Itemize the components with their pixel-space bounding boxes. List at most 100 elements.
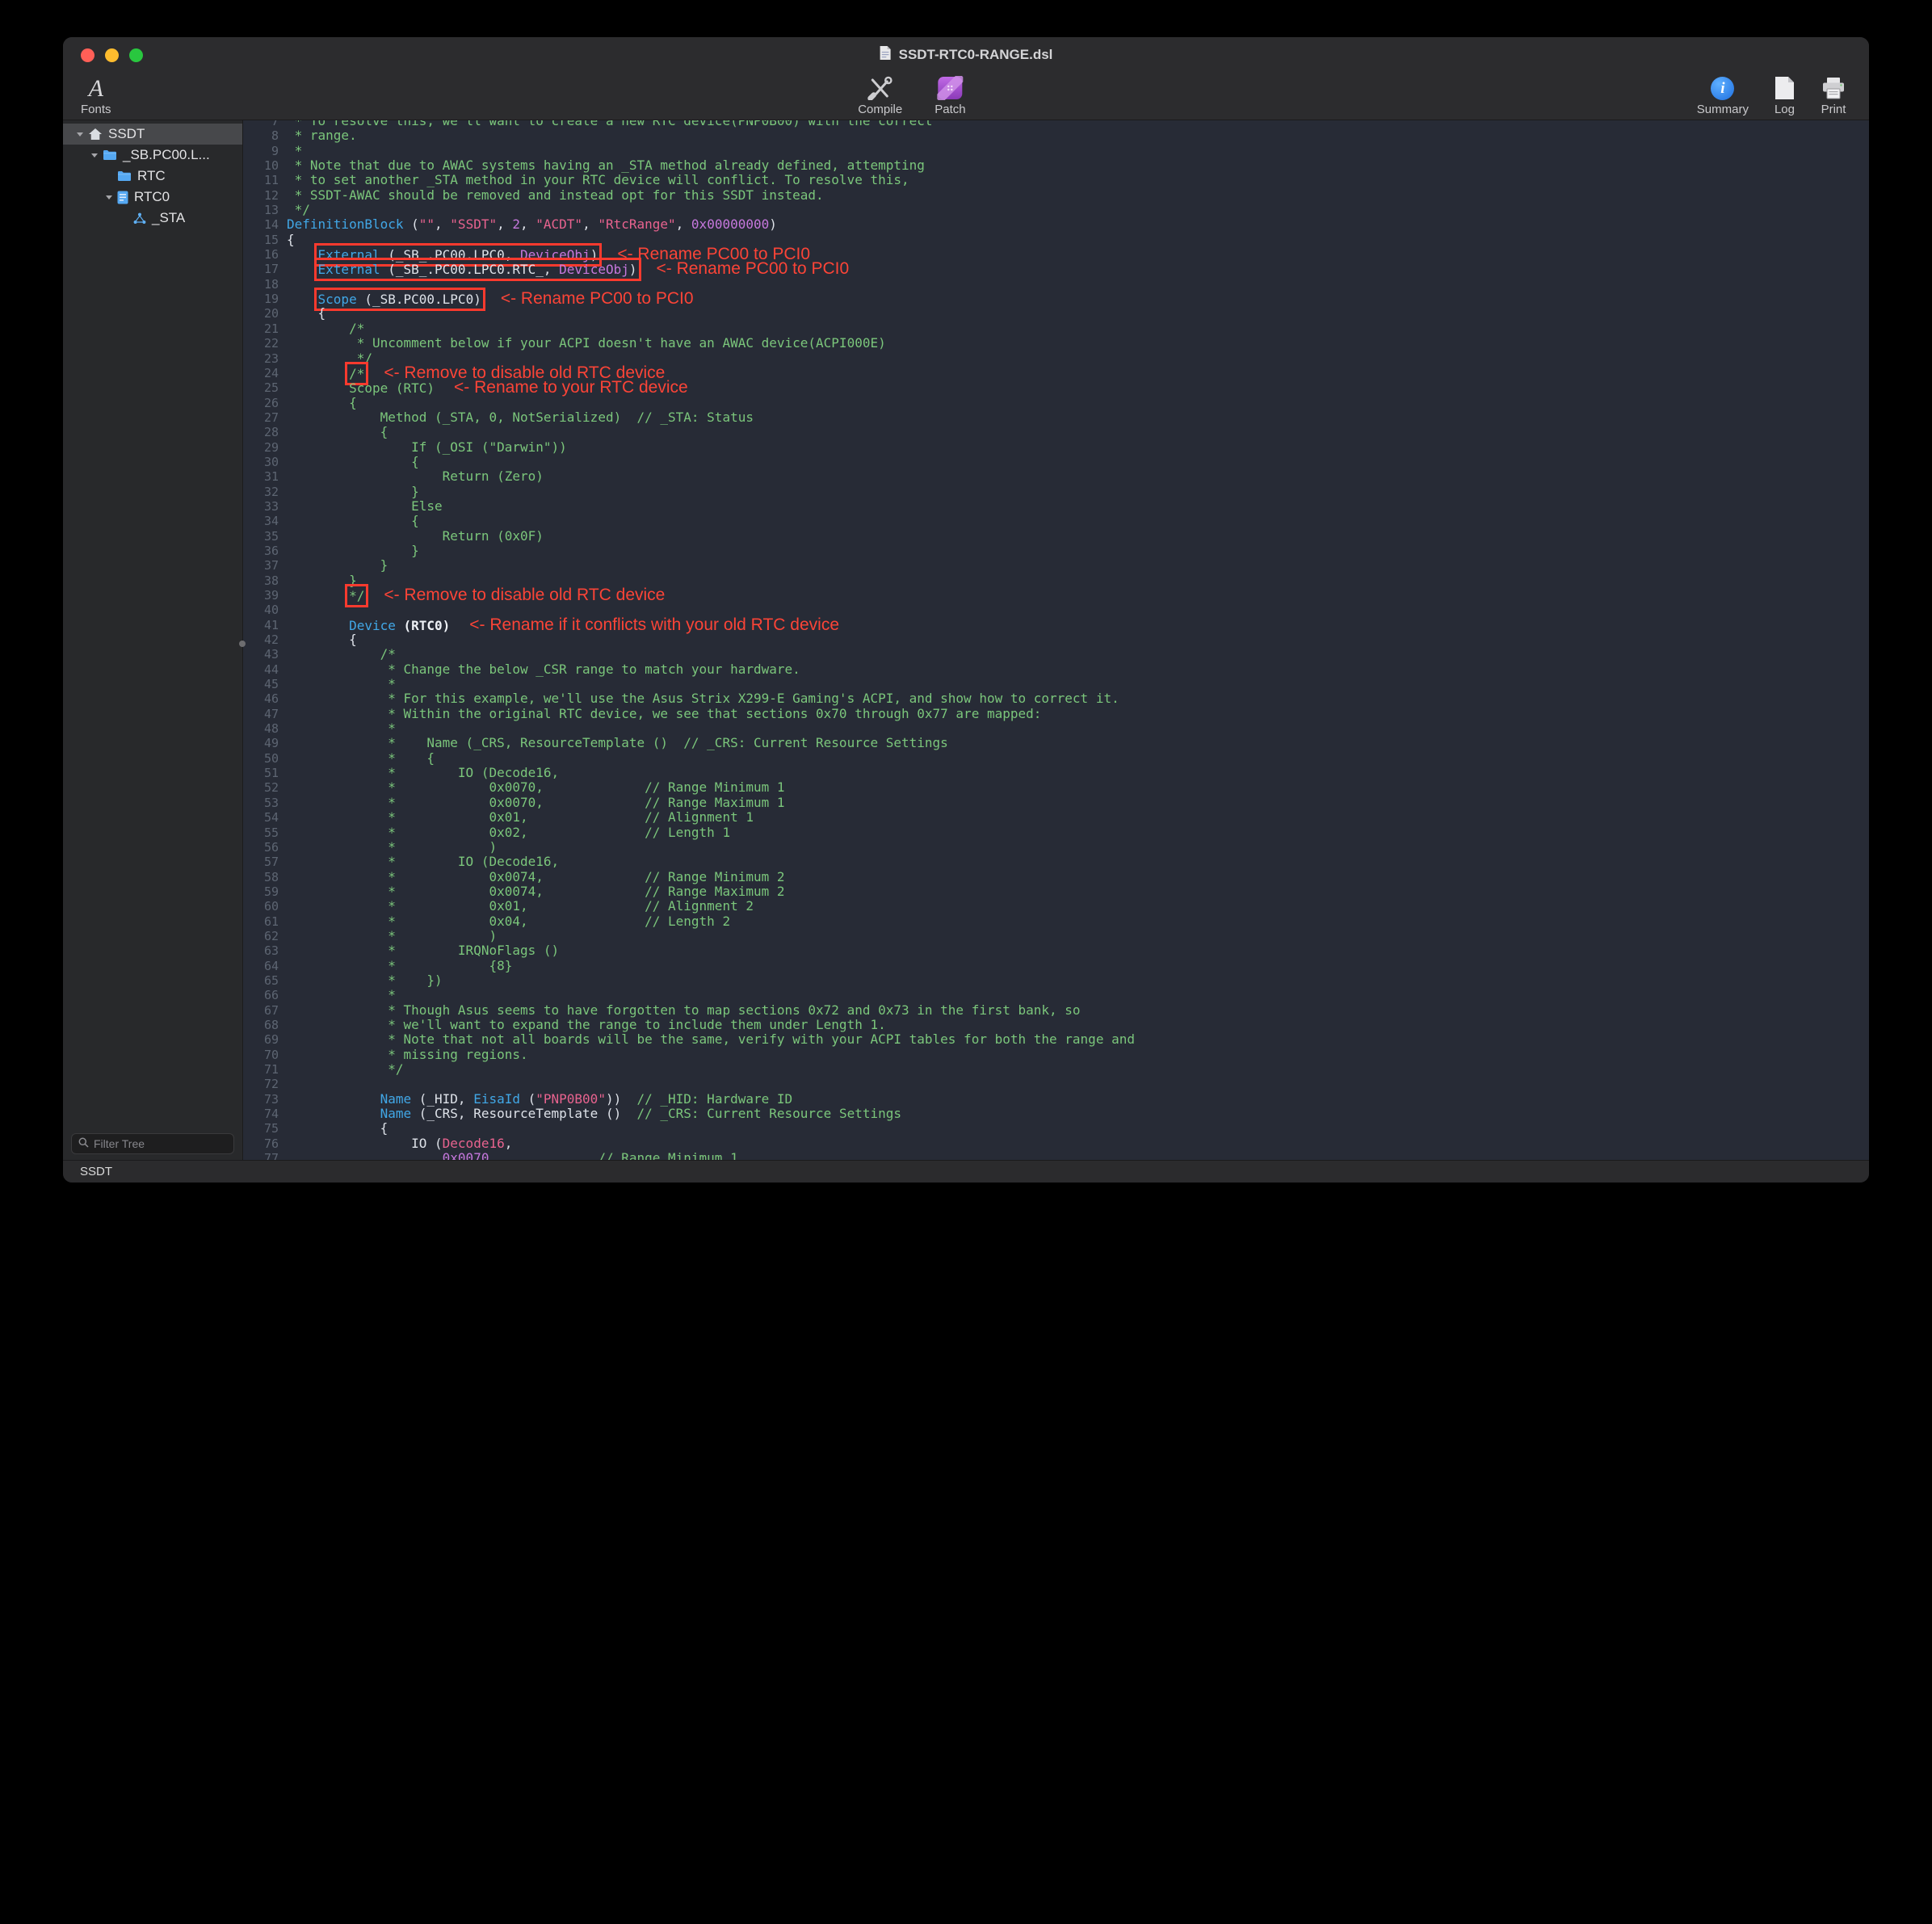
line-number: 8 <box>243 128 287 143</box>
code-line: 33 Else <box>243 499 1869 514</box>
splitter-handle[interactable] <box>239 641 246 647</box>
line-number: 75 <box>243 1121 287 1136</box>
info-icon: i <box>1711 77 1734 100</box>
sidebar-item-rtc0[interactable]: RTC0 <box>63 187 242 208</box>
code-editor[interactable]: 7 * To resolve this, we'll want to creat… <box>243 120 1869 1161</box>
line-number: 9 <box>243 144 287 158</box>
code-line: 71 */ <box>243 1062 1869 1077</box>
sidebar-item-sta[interactable]: _STA <box>63 208 242 229</box>
main-split: SSDT _SB.PC00.L... RTC RTC0 <box>63 120 1869 1161</box>
summary-button[interactable]: i Summary <box>1697 73 1749 116</box>
sidebar-item-rtc[interactable]: RTC <box>63 166 242 187</box>
line-number: 69 <box>243 1032 287 1047</box>
code-line: 62 * ) <box>243 929 1869 943</box>
chevron-down-icon[interactable] <box>89 151 100 159</box>
code-line: 14DefinitionBlock ("", "SSDT", 2, "ACDT"… <box>243 217 1869 232</box>
code-line: 34 { <box>243 514 1869 528</box>
code-line: 48 * <box>243 721 1869 736</box>
print-label: Print <box>1821 103 1846 116</box>
code-line: 11 * to set another _STA method in your … <box>243 173 1869 187</box>
line-number: 50 <box>243 751 287 766</box>
line-number: 23 <box>243 351 287 366</box>
code-line: 56 * ) <box>243 840 1869 855</box>
code-line: 30 { <box>243 455 1869 469</box>
code-line: 35 Return (0x0F) <box>243 529 1869 544</box>
line-number: 58 <box>243 870 287 884</box>
close-button[interactable] <box>81 48 94 62</box>
print-button[interactable]: Print <box>1821 73 1846 116</box>
sidebar-item-sb-pc00[interactable]: _SB.PC00.L... <box>63 145 242 166</box>
code-line: 49 * Name (_CRS, ResourceTemplate () // … <box>243 736 1869 750</box>
search-icon <box>78 1137 89 1150</box>
line-number: 19 <box>243 292 287 306</box>
annotation-text: <- Rename to your RTC device <box>454 378 688 397</box>
sidebar-item-label: RTC0 <box>134 189 170 205</box>
sidebar-item-ssdt[interactable]: SSDT <box>63 124 242 145</box>
code-line: 10 * Note that due to AWAC systems havin… <box>243 158 1869 173</box>
line-number: 10 <box>243 158 287 173</box>
code-line: 9 * <box>243 144 1869 158</box>
compile-label: Compile <box>858 103 902 116</box>
line-number: 12 <box>243 188 287 203</box>
code-line: 42 { <box>243 632 1869 647</box>
titlebar[interactable]: SSDT-RTC0-RANGE.dsl <box>63 37 1869 73</box>
line-number: 26 <box>243 396 287 410</box>
line-number: 29 <box>243 440 287 455</box>
line-number: 65 <box>243 973 287 988</box>
acpi-tree: SSDT _SB.PC00.L... RTC RTC0 <box>63 120 242 1128</box>
code-line: 28 { <box>243 425 1869 439</box>
line-number: 68 <box>243 1018 287 1032</box>
line-number: 44 <box>243 662 287 677</box>
line-number: 25 <box>243 380 287 395</box>
annotation-box: /* <box>349 366 364 381</box>
code-line: 31 Return (Zero) <box>243 469 1869 484</box>
code-line: 15{ <box>243 233 1869 247</box>
chevron-down-icon[interactable] <box>74 130 86 138</box>
document-icon <box>880 45 892 65</box>
line-number: 27 <box>243 410 287 425</box>
window-title-area: SSDT-RTC0-RANGE.dsl <box>880 45 1053 65</box>
patch-button[interactable]: Patch <box>934 73 965 116</box>
code-line: 69 * Note that not all boards will be th… <box>243 1032 1869 1047</box>
compile-button[interactable]: Compile <box>858 73 902 116</box>
code-line: 57 * IO (Decode16, <box>243 855 1869 869</box>
code-line: 29 If (_OSI ("Darwin")) <box>243 440 1869 455</box>
line-number: 28 <box>243 425 287 439</box>
window-title: SSDT-RTC0-RANGE.dsl <box>899 47 1053 63</box>
line-number: 45 <box>243 677 287 691</box>
code-line: 73 Name (_HID, EisaId ("PNP0B00")) // _H… <box>243 1092 1869 1107</box>
line-number: 32 <box>243 485 287 499</box>
line-number: 21 <box>243 321 287 336</box>
code-line: 67 * Though Asus seems to have forgotten… <box>243 1003 1869 1018</box>
sidebar-item-label: RTC <box>137 168 166 184</box>
log-button[interactable]: Log <box>1774 73 1795 116</box>
sidebar-item-label: _SB.PC00.L... <box>123 147 210 163</box>
line-number: 33 <box>243 499 287 514</box>
filter-placeholder: Filter Tree <box>94 1137 145 1150</box>
line-number: 74 <box>243 1107 287 1121</box>
fonts-label: Fonts <box>81 103 111 116</box>
line-number: 70 <box>243 1048 287 1062</box>
line-number: 56 <box>243 840 287 855</box>
line-number: 71 <box>243 1062 287 1077</box>
line-number: 46 <box>243 691 287 706</box>
line-number: 60 <box>243 899 287 914</box>
folder-icon <box>103 149 117 161</box>
line-number: 40 <box>243 603 287 617</box>
code-line: 17 External (_SB_.PC00.LPC0.RTC_, Device… <box>243 262 1869 276</box>
filter-tree-input[interactable]: Filter Tree <box>71 1133 234 1154</box>
code-line: 46 * For this example, we'll use the Asu… <box>243 691 1869 706</box>
minimize-button[interactable] <box>105 48 119 62</box>
line-number: 47 <box>243 707 287 721</box>
zoom-button[interactable] <box>129 48 143 62</box>
chevron-down-icon[interactable] <box>103 193 115 201</box>
line-number: 39 <box>243 588 287 603</box>
line-number: 14 <box>243 217 287 232</box>
line-number: 17 <box>243 262 287 276</box>
line-number: 55 <box>243 825 287 840</box>
line-number: 22 <box>243 336 287 351</box>
fonts-button[interactable]: A Fonts <box>81 73 111 116</box>
sidebar: SSDT _SB.PC00.L... RTC RTC0 <box>63 120 243 1161</box>
line-number: 16 <box>243 247 287 262</box>
code-line: 53 * 0x0070, // Range Maximum 1 <box>243 796 1869 810</box>
